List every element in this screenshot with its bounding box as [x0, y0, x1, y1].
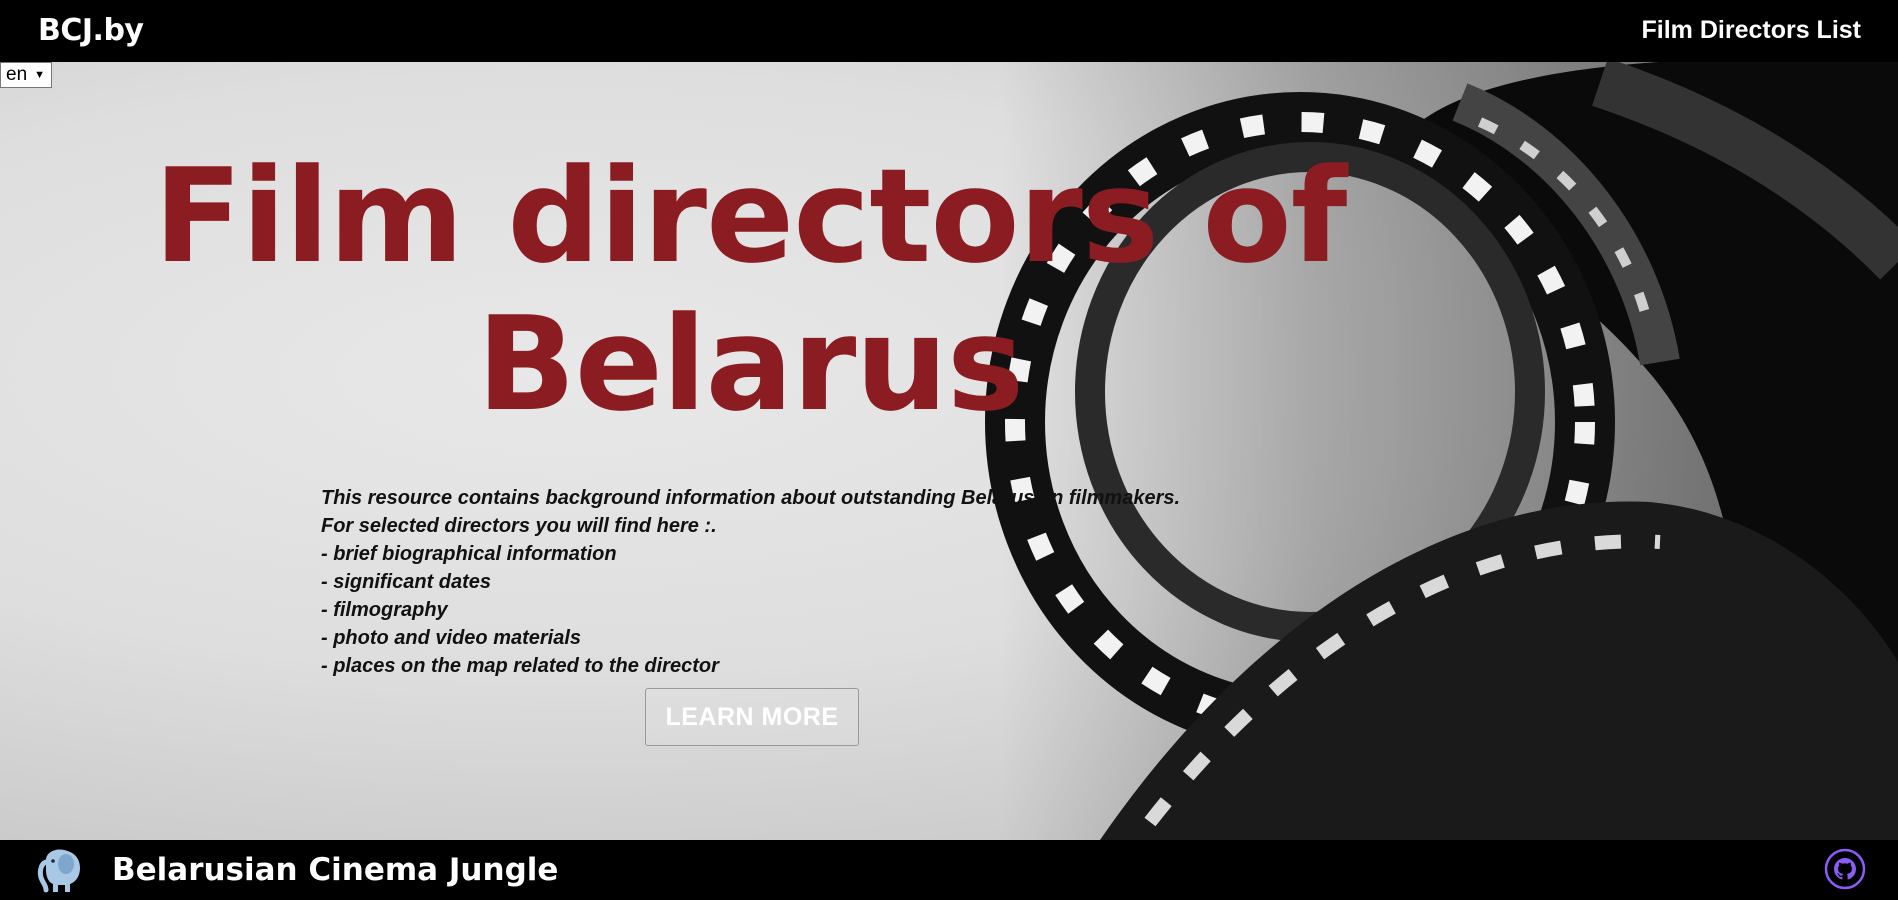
learn-more-button[interactable]: LEARN MORE — [645, 688, 859, 746]
hero-feature-item: - photo and video materials — [321, 627, 582, 649]
hero-description: This resource contains background inform… — [321, 484, 1221, 680]
brand-logo-link[interactable]: BCJ.by — [38, 13, 144, 48]
github-icon[interactable] — [1824, 848, 1866, 890]
hero-feature-item: - brief biographical information — [321, 543, 617, 565]
hero-title-line-1: Film directors of — [153, 140, 1348, 292]
language-select-value: en — [6, 64, 28, 85]
hero-section: Film directors of Belarus This resource … — [0, 62, 1898, 840]
hero-description-line: For selected directors you will find her… — [321, 515, 717, 537]
footer: Belarusian Cinema Jungle — [0, 840, 1898, 900]
footer-title: Belarusian Cinema Jungle — [112, 852, 559, 888]
language-select[interactable]: en ▼ — [0, 62, 52, 88]
chevron-down-icon: ▼ — [34, 69, 45, 81]
hero-title: Film directors of Belarus — [150, 142, 1350, 438]
hero-title-line-2: Belarus — [476, 288, 1025, 440]
hero-description-line: This resource contains background inform… — [321, 487, 1181, 509]
top-navbar: BCJ.by Film Directors List — [0, 0, 1898, 62]
hero-feature-item: - significant dates — [321, 571, 492, 593]
hero-feature-item: - places on the map related to the direc… — [321, 655, 719, 677]
film-directors-list-link[interactable]: Film Directors List — [1642, 16, 1862, 45]
hero-feature-item: - filmography — [321, 599, 448, 621]
elephant-icon — [37, 849, 80, 893]
